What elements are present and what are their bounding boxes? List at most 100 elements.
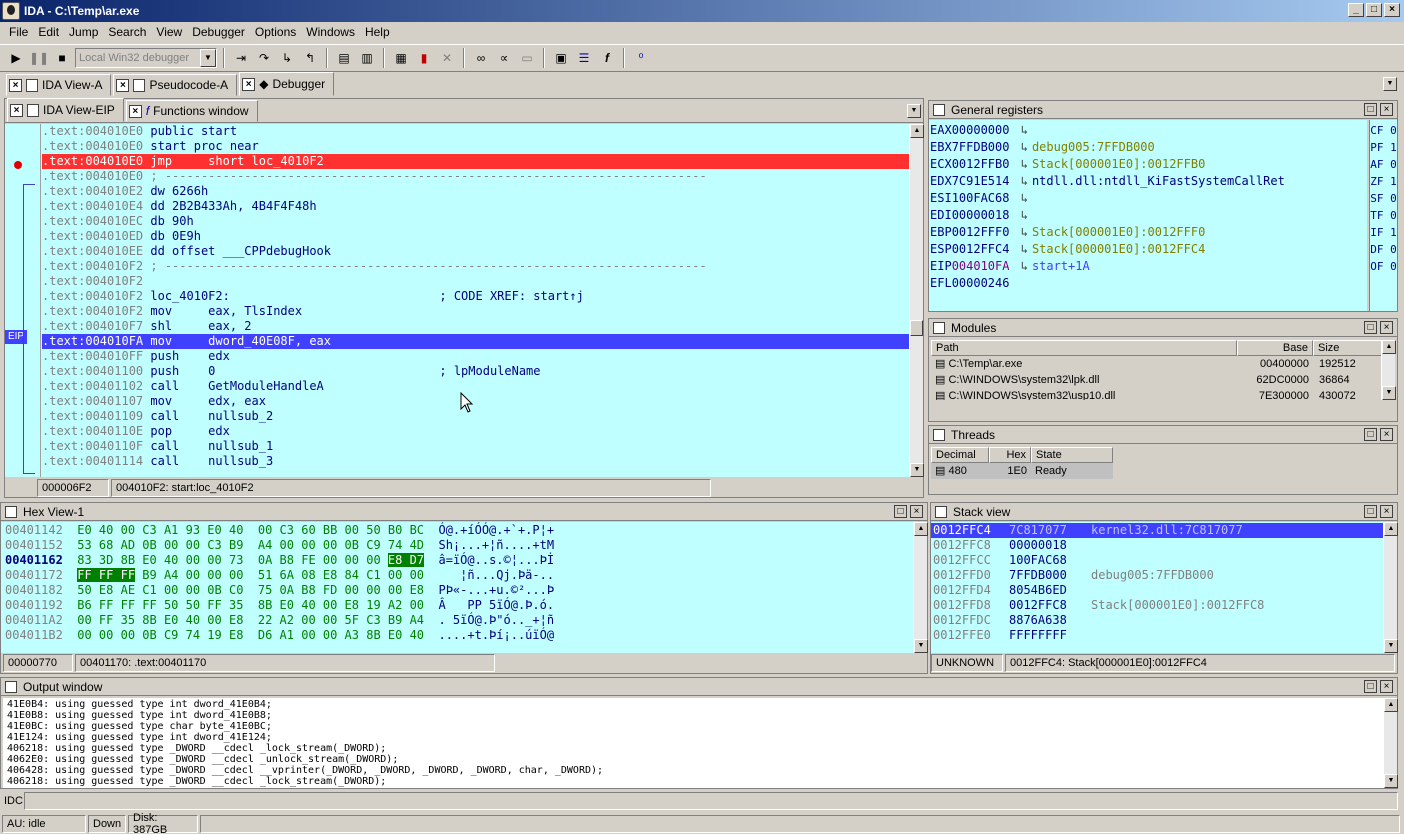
run-icon[interactable]: ▶ xyxy=(6,48,26,68)
hex-row[interactable]: 004011B2 00 00 00 0B C9 74 19 E8 D6 A1 0… xyxy=(5,628,913,643)
breakpoint-icon[interactable]: ▮ xyxy=(414,48,434,68)
flags-view[interactable]: CF 0 PF 1 AF 0 ZF 1 SF 0 TF 0 IF 1 DF 0 OF 0 xyxy=(1369,120,1397,311)
registers-view[interactable]: EAX00000000 ↳ EBX7FFDB000 ↳ debug005:7FFDB… xyxy=(929,120,1367,311)
close-icon[interactable]: × xyxy=(9,78,22,92)
register-reference[interactable]: Stack[000001E0]:0012FFB0 xyxy=(1032,157,1205,171)
hex-row[interactable]: 00401192 B6 FF FF FF 50 50 FF 35 8B E0 4… xyxy=(5,598,913,613)
disasm-line[interactable]: .text:004010F2 ; -----------------------… xyxy=(42,259,911,274)
scroll-up-icon[interactable]: ▲ xyxy=(1382,340,1396,354)
output-scrollbar[interactable]: ▲ ▼ xyxy=(1383,698,1398,788)
stack-row[interactable]: 0012FFCC 100FAC68 xyxy=(931,553,1383,568)
restore-icon[interactable]: □ xyxy=(1364,505,1377,518)
disasm-line[interactable]: .text:004010E2 dw 6266h xyxy=(42,184,911,199)
stack-value[interactable]: 00000018 xyxy=(1009,538,1091,553)
jump-arrow-icon[interactable]: ↳ xyxy=(1009,225,1031,239)
pause-icon[interactable]: ❚❚ xyxy=(29,48,49,68)
output-view[interactable]: 41E0B4: using guessed type int dword_41E… xyxy=(3,698,1383,788)
goto-address-icon[interactable]: ⁰ xyxy=(631,48,651,68)
stack-row[interactable]: 0012FFD8 0012FFC8 Stack[000001E0]:0012FFC8 xyxy=(931,598,1383,613)
jump-arrow-icon[interactable]: ↳ xyxy=(1009,208,1031,222)
register-reference[interactable]: ntdll.dll:ntdll_KiFastSystemCallRet xyxy=(1032,174,1285,188)
menu-jump[interactable]: Jump xyxy=(64,25,103,39)
hex-row[interactable]: 004011A2 00 FF 35 8B E0 40 00 E8 22 A2 0… xyxy=(5,613,913,628)
tab-ida-view-a[interactable]: × IDA View-A xyxy=(6,74,112,96)
disassembly-view[interactable]: EIP .text:004010E0 public start .text:004… xyxy=(5,124,911,477)
scroll-down-icon[interactable]: ▼ xyxy=(1382,386,1396,400)
disasm-line[interactable]: .text:00401100 push 0 ; lpModuleName xyxy=(42,364,911,379)
disasm-line[interactable]: .text:004010E0 public start xyxy=(42,124,911,139)
minimize-button[interactable]: _ xyxy=(1348,3,1364,17)
close-button[interactable]: × xyxy=(1384,3,1400,17)
disasm-line[interactable]: .text:0040110E pop edx xyxy=(42,424,911,439)
jump-arrow-icon[interactable]: ↳ xyxy=(1009,140,1031,154)
segments-icon[interactable]: ▣ xyxy=(551,48,571,68)
close-icon[interactable]: × xyxy=(910,505,923,518)
scroll-down-icon[interactable]: ▼ xyxy=(1384,774,1398,788)
stack-reference[interactable]: kernel32.dll:7C817077 xyxy=(1091,523,1243,537)
close-icon[interactable]: × xyxy=(116,78,130,92)
flag-row[interactable]: ZF 1 xyxy=(1370,173,1397,190)
flag-row[interactable]: IF 1 xyxy=(1370,224,1397,241)
stack-row[interactable]: 0012FFD4 8054B6ED xyxy=(931,583,1383,598)
threads-header-hex[interactable]: Hex xyxy=(989,447,1031,463)
tab-pseudocode-a[interactable]: × Pseudocode-A xyxy=(113,74,238,96)
hex-scrollbar[interactable]: ▲ ▼ xyxy=(913,522,928,653)
register-value[interactable]: 00000018 xyxy=(952,208,1010,222)
idc-input[interactable] xyxy=(24,792,1398,810)
disasm-line[interactable]: .text:004010E4 dd 2B2B433Ah, 4B4F4F48h xyxy=(42,199,911,214)
modules-header-base[interactable]: Base xyxy=(1237,340,1313,356)
stack-scrollbar[interactable]: ▲ ▼ xyxy=(1383,522,1398,653)
register-row[interactable]: EFL00000246 xyxy=(930,275,1367,292)
panel-dropdown-icon[interactable]: ▼ xyxy=(907,104,921,118)
disasm-line[interactable]: .text:004010E0 jmp short loc_4010F2 xyxy=(42,154,911,169)
delete-breakpoint-icon[interactable]: ✕ xyxy=(437,48,457,68)
scroll-down-icon[interactable]: ▼ xyxy=(914,639,928,653)
restore-icon[interactable]: □ xyxy=(1364,428,1377,441)
scroll-down-icon[interactable]: ▼ xyxy=(910,463,924,477)
module-row[interactable]: ▤ C:\WINDOWS\system32\usp10.dll 7E300000 4… xyxy=(931,388,1383,400)
restore-icon[interactable]: □ xyxy=(1364,321,1377,334)
close-icon[interactable]: × xyxy=(1380,428,1393,441)
flag-row[interactable]: AF 0 xyxy=(1370,156,1397,173)
functions-icon[interactable]: f xyxy=(597,48,617,68)
tab-ida-view-eip[interactable]: × IDA View-EIP xyxy=(7,98,124,122)
close-icon[interactable]: × xyxy=(10,103,23,117)
close-icon[interactable]: × xyxy=(1380,680,1393,693)
register-row[interactable]: EDX7C91E514 ↳ ntdll.dll:ntdll_KiFastSyste… xyxy=(930,173,1367,190)
hex-row[interactable]: 00401152 53 68 AD 0B 00 00 C3 B9 A4 00 0… xyxy=(5,538,913,553)
stack-row[interactable]: 0012FFDC 8876A638 xyxy=(931,613,1383,628)
scroll-up-icon[interactable]: ▲ xyxy=(1384,522,1398,536)
module-row[interactable]: ▤ C:\Temp\ar.exe 00400000 192512 xyxy=(931,356,1383,372)
menu-file[interactable]: File xyxy=(4,25,33,39)
hex-view[interactable]: 00401142 E0 40 00 C3 A1 93 E0 40 00 C3 6… xyxy=(1,522,913,653)
scroll-down-icon[interactable]: ▼ xyxy=(1384,639,1398,653)
breakpoint-list-icon[interactable]: ▦ xyxy=(391,48,411,68)
stack-value[interactable]: 7C817077 xyxy=(1009,523,1091,538)
maximize-button[interactable]: □ xyxy=(1366,3,1382,17)
stack-row[interactable]: 0012FFE0 FFFFFFFF xyxy=(931,628,1383,643)
register-reference[interactable]: debug005:7FFDB000 xyxy=(1032,140,1155,154)
stack-row[interactable]: 0012FFD0 7FFDB000 debug005:7FFDB000 xyxy=(931,568,1383,583)
threads-header-state[interactable]: State xyxy=(1031,447,1113,463)
register-row[interactable]: EBX7FFDB000 ↳ debug005:7FFDB000 xyxy=(930,139,1367,156)
names-icon[interactable]: ☰ xyxy=(574,48,594,68)
close-icon[interactable]: × xyxy=(1380,321,1393,334)
scroll-up-icon[interactable]: ▲ xyxy=(1384,698,1398,712)
jump-arrow-icon[interactable]: ↳ xyxy=(1009,242,1031,256)
register-value[interactable]: 7FFDB000 xyxy=(952,140,1010,154)
register-row[interactable]: ESI100FAC68 ↳ xyxy=(930,190,1367,207)
disassembly-scrollbar[interactable]: ▲ ▼ xyxy=(909,124,924,477)
restore-icon[interactable]: □ xyxy=(1364,680,1377,693)
module-row[interactable]: ▤ C:\WINDOWS\system32\lpk.dll 62DC0000 368… xyxy=(931,372,1383,388)
register-reference[interactable]: start+1A xyxy=(1032,259,1090,273)
modules-header-size[interactable]: Size xyxy=(1313,340,1383,356)
hex-row[interactable]: 00401142 E0 40 00 C3 A1 93 E0 40 00 C3 6… xyxy=(5,523,913,538)
jump-arrow-icon[interactable]: ↳ xyxy=(1009,191,1031,205)
register-row[interactable]: EBP0012FFF0 ↳ Stack[000001E0]:0012FFF0 xyxy=(930,224,1367,241)
disasm-line[interactable]: .text:004010FA mov dword_40E08F, eax xyxy=(42,334,911,349)
disasm-line[interactable]: .text:004010FF push edx xyxy=(42,349,911,364)
disasm-line[interactable]: .text:004010E0 ; -----------------------… xyxy=(42,169,911,184)
disasm-line[interactable]: .text:004010EE dd offset ___CPPdebugHook xyxy=(42,244,911,259)
register-row[interactable]: EDI00000018 ↳ xyxy=(930,207,1367,224)
stack-view[interactable]: 0012FFC4 7C817077 kernel32.dll:7C817077 001… xyxy=(931,522,1383,653)
